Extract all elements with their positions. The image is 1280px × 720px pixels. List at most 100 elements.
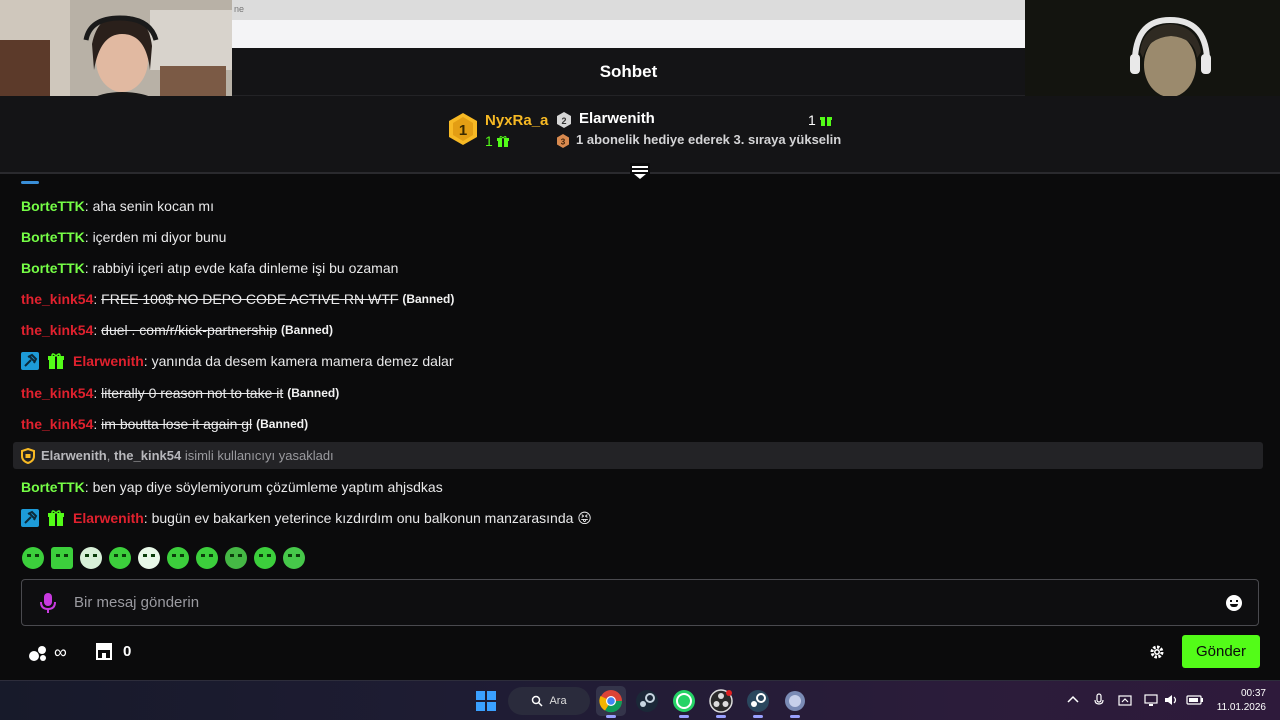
message-text-deleted: im boutta lose it again gl bbox=[101, 416, 253, 432]
emote-frog-love-icon[interactable] bbox=[283, 547, 305, 569]
message-colon: : bbox=[93, 416, 98, 432]
microphone-icon[interactable] bbox=[40, 592, 56, 613]
message-username[interactable]: the_kink54 bbox=[21, 291, 93, 307]
obs-icon[interactable] bbox=[709, 689, 733, 713]
message-username[interactable]: BorteTTK bbox=[21, 229, 85, 245]
browser-window-strip: ne bbox=[232, 0, 1025, 48]
shield-icon bbox=[21, 447, 35, 464]
leaderboard-hint: 1 abonelik hediye ederek 3. sıraya yükse… bbox=[576, 132, 842, 147]
emote-frog-smile-icon[interactable] bbox=[109, 547, 131, 569]
rank-3-number: 3 bbox=[561, 138, 566, 147]
taskbar-clock[interactable]: 00:37 11.01.2026 bbox=[1210, 687, 1266, 715]
obs-running-indicator bbox=[716, 715, 726, 718]
chat-message: the_kink54: literally 0 reason not to ta… bbox=[21, 383, 339, 403]
send-button[interactable]: Gönder bbox=[1182, 635, 1260, 668]
message-username[interactable]: Elarwenith bbox=[73, 353, 144, 369]
points-value: ∞ bbox=[54, 642, 67, 662]
message-username[interactable]: the_kink54 bbox=[21, 416, 93, 432]
store-count: 0 bbox=[123, 642, 132, 660]
rank-2-number: 2 bbox=[561, 116, 566, 126]
tray-capture-icon[interactable] bbox=[1118, 693, 1132, 707]
whatsapp-running-indicator bbox=[679, 715, 689, 718]
clock-time: 00:37 bbox=[1240, 688, 1266, 699]
app-orb-running-indicator bbox=[790, 715, 800, 718]
message-text: içerden mi diyor bunu bbox=[92, 229, 227, 245]
emote-frog-wink-icon[interactable] bbox=[254, 547, 276, 569]
message-colon: : bbox=[143, 353, 148, 369]
tray-battery-icon[interactable] bbox=[1186, 693, 1204, 707]
banned-label: (Banned) bbox=[256, 417, 309, 431]
emote-frog-headset-icon[interactable] bbox=[138, 547, 160, 569]
emote-quick-bar bbox=[22, 547, 305, 573]
chat-footer: ∞ 0 Gönder bbox=[0, 632, 1280, 672]
message-text: bugün ev bakarken yeterince kızdırdım on… bbox=[151, 510, 574, 526]
moderation-text: isimli kullanıcıyı yasakladı bbox=[184, 448, 334, 463]
message-input[interactable] bbox=[74, 594, 1226, 611]
message-text: yanında da desem kamera mamera demez dal… bbox=[151, 353, 454, 369]
points-icon bbox=[29, 645, 46, 661]
taskbar-search[interactable]: Ara bbox=[508, 687, 590, 715]
settings-gear-icon[interactable] bbox=[1149, 644, 1165, 660]
emoji-picker-icon[interactable] bbox=[1226, 594, 1242, 611]
chrome-running-indicator bbox=[606, 715, 616, 718]
scroll-indicator bbox=[21, 181, 39, 184]
browser-tab-fragment[interactable]: ne bbox=[232, 0, 1025, 20]
tray-network-icon[interactable] bbox=[1144, 693, 1158, 707]
chat-message: Elarwenith: yanında da desem kamera mame… bbox=[21, 351, 454, 371]
taskbar-search-label: Ara bbox=[549, 695, 567, 707]
tray-chevron-up-icon[interactable] bbox=[1066, 693, 1080, 707]
chat-message: BorteTTK: ben yap diye söylemiyorum çözü… bbox=[21, 477, 443, 497]
message-emoji: 😝 bbox=[577, 509, 592, 526]
message-username[interactable]: Elarwenith bbox=[73, 510, 144, 526]
message-username[interactable]: BorteTTK bbox=[21, 479, 85, 495]
browser-address-area[interactable] bbox=[232, 20, 1025, 48]
emote-frog-grin-icon[interactable] bbox=[196, 547, 218, 569]
rank-3-badge-icon: 3 bbox=[557, 134, 569, 148]
emote-frog-eyes-icon[interactable] bbox=[80, 547, 102, 569]
windows-start-icon[interactable] bbox=[474, 689, 498, 713]
tray-volume-icon[interactable] bbox=[1164, 693, 1178, 707]
moderator-badge-icon bbox=[21, 509, 39, 527]
banned-user-name[interactable]: the_kink54 bbox=[114, 448, 181, 463]
moderator-name[interactable]: Elarwenith bbox=[41, 448, 107, 463]
leader-2-name[interactable]: Elarwenith bbox=[579, 110, 655, 127]
emote-frog-angry-icon[interactable] bbox=[51, 547, 73, 569]
message-text-deleted: duel . com/r/kick-partnership bbox=[101, 322, 277, 338]
store-button[interactable]: 0 bbox=[95, 642, 131, 660]
search-icon bbox=[532, 695, 543, 707]
chat-message: BorteTTK: rabbiyi içeri atıp evde kafa d… bbox=[21, 258, 398, 278]
tray-microphone-icon[interactable] bbox=[1092, 693, 1106, 707]
channel-points[interactable]: ∞ bbox=[28, 642, 67, 663]
gift-icon bbox=[496, 136, 509, 147]
leaderboard-content: 1 NyxRa_a 1 2 Elarwenith 1 3 1 abonelik … bbox=[448, 108, 848, 158]
moderator-badge-icon bbox=[21, 352, 39, 370]
emote-frog-happy-icon[interactable] bbox=[167, 547, 189, 569]
emote-frog-sad-icon[interactable] bbox=[225, 547, 247, 569]
steam-client-icon[interactable] bbox=[746, 689, 770, 713]
message-text: aha senin kocan mı bbox=[92, 198, 214, 214]
app-orb-icon[interactable] bbox=[783, 689, 807, 713]
chat-title: Sohbet bbox=[232, 48, 1025, 96]
message-colon: : bbox=[93, 322, 98, 338]
chat-message: the_kink54: duel . com/r/kick-partnershi… bbox=[21, 320, 333, 340]
message-colon: : bbox=[84, 198, 89, 214]
steam-icon[interactable] bbox=[635, 689, 659, 713]
message-username[interactable]: the_kink54 bbox=[21, 385, 93, 401]
store-icon bbox=[96, 643, 112, 660]
collapse-leaderboard-button[interactable] bbox=[630, 163, 650, 181]
banned-label: (Banned) bbox=[402, 292, 455, 306]
message-text: rabbiyi içeri atıp evde kafa dinleme işi… bbox=[92, 260, 399, 276]
message-username[interactable]: BorteTTK bbox=[21, 260, 85, 276]
message-text-deleted: literally 0 reason not to take it bbox=[101, 385, 284, 401]
leader-1-name[interactable]: NyxRa_a bbox=[485, 112, 548, 129]
banned-label: (Banned) bbox=[287, 386, 340, 400]
message-username[interactable]: the_kink54 bbox=[21, 322, 93, 338]
chat-message: BorteTTK: aha senin kocan mı bbox=[21, 196, 214, 216]
chrome-icon[interactable] bbox=[599, 689, 623, 713]
whatsapp-icon[interactable] bbox=[672, 689, 696, 713]
moderation-separator: , bbox=[106, 448, 111, 463]
message-username[interactable]: BorteTTK bbox=[21, 198, 85, 214]
emote-frog-icon[interactable] bbox=[22, 547, 44, 569]
chat-input-box bbox=[21, 579, 1259, 626]
leader-2-count-value: 1 bbox=[808, 112, 816, 128]
